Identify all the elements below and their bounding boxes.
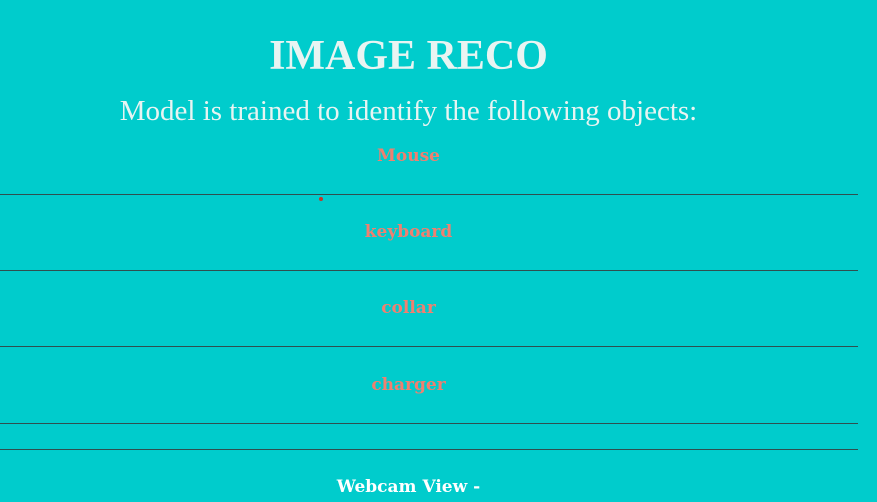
divider xyxy=(0,423,858,424)
object-item-charger: charger xyxy=(371,375,446,395)
page-subtitle: Model is trained to identify the followi… xyxy=(119,95,698,127)
webcam-view-label: Webcam View - xyxy=(336,477,481,497)
divider xyxy=(0,270,858,271)
object-item-mouse: Mouse xyxy=(377,146,440,166)
divider xyxy=(0,194,858,195)
page-title: IMAGE RECO xyxy=(269,33,548,80)
object-item-collar: collar xyxy=(381,298,436,318)
divider xyxy=(0,449,858,450)
divider xyxy=(0,346,858,347)
object-item-keyboard: keyboard xyxy=(364,222,453,242)
bullet-dot-icon xyxy=(319,197,323,201)
